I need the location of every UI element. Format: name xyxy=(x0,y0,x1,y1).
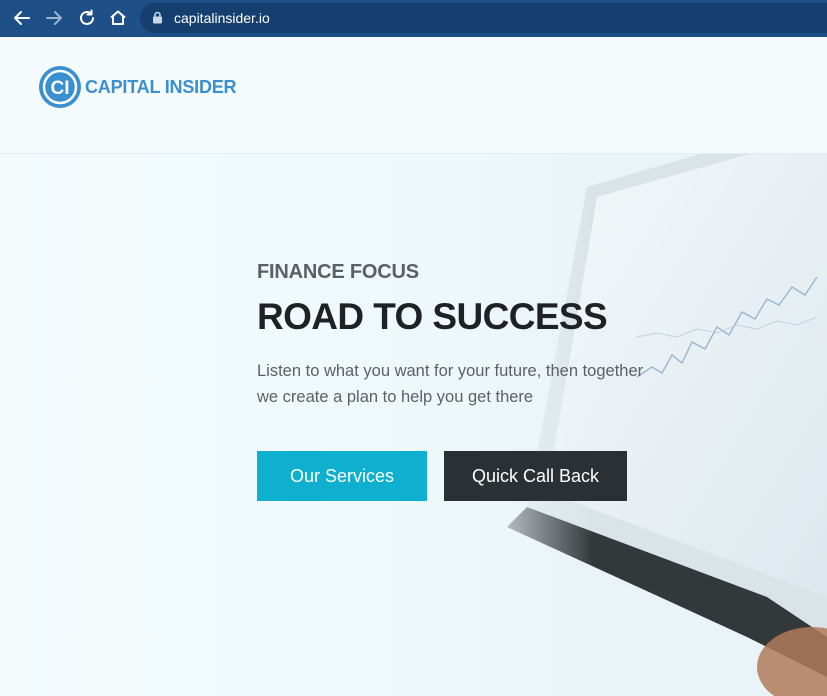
address-bar[interactable]: capitalinsider.io xyxy=(140,3,827,33)
back-icon[interactable] xyxy=(10,6,34,30)
logo-text: CAPITAL INSIDER xyxy=(85,76,237,97)
site-header: CI CAPITAL INSIDER xyxy=(0,37,827,154)
url-text: capitalinsider.io xyxy=(174,10,270,26)
hero-headline: ROAD TO SUCCESS xyxy=(257,296,608,337)
hero-subtitle-line2: we create a plan to help you get there xyxy=(257,388,534,406)
hero-subtitle-line1: Listen to what you want for your future,… xyxy=(257,362,644,380)
forward-icon[interactable] xyxy=(42,6,66,30)
quick-call-back-button[interactable]: Quick Call Back xyxy=(444,451,627,501)
home-icon[interactable] xyxy=(106,6,130,30)
our-services-button[interactable]: Our Services xyxy=(257,451,427,501)
logo-mark-text: CI xyxy=(51,78,70,99)
hero-section: FINANCE FOCUS ROAD TO SUCCESS Listen to … xyxy=(257,261,687,410)
page: CI CAPITAL INSIDER FINANCE FOCUS ROAD TO… xyxy=(0,37,827,696)
site-logo[interactable]: CI CAPITAL INSIDER xyxy=(38,65,237,109)
hero-subtitle: Listen to what you want for your future,… xyxy=(257,358,677,410)
hero-eyebrow: FINANCE FOCUS xyxy=(257,261,419,283)
reload-icon[interactable] xyxy=(75,6,99,30)
logo-mark-icon: CI xyxy=(39,66,81,108)
lock-icon xyxy=(152,11,163,29)
browser-toolbar: capitalinsider.io xyxy=(0,0,827,37)
